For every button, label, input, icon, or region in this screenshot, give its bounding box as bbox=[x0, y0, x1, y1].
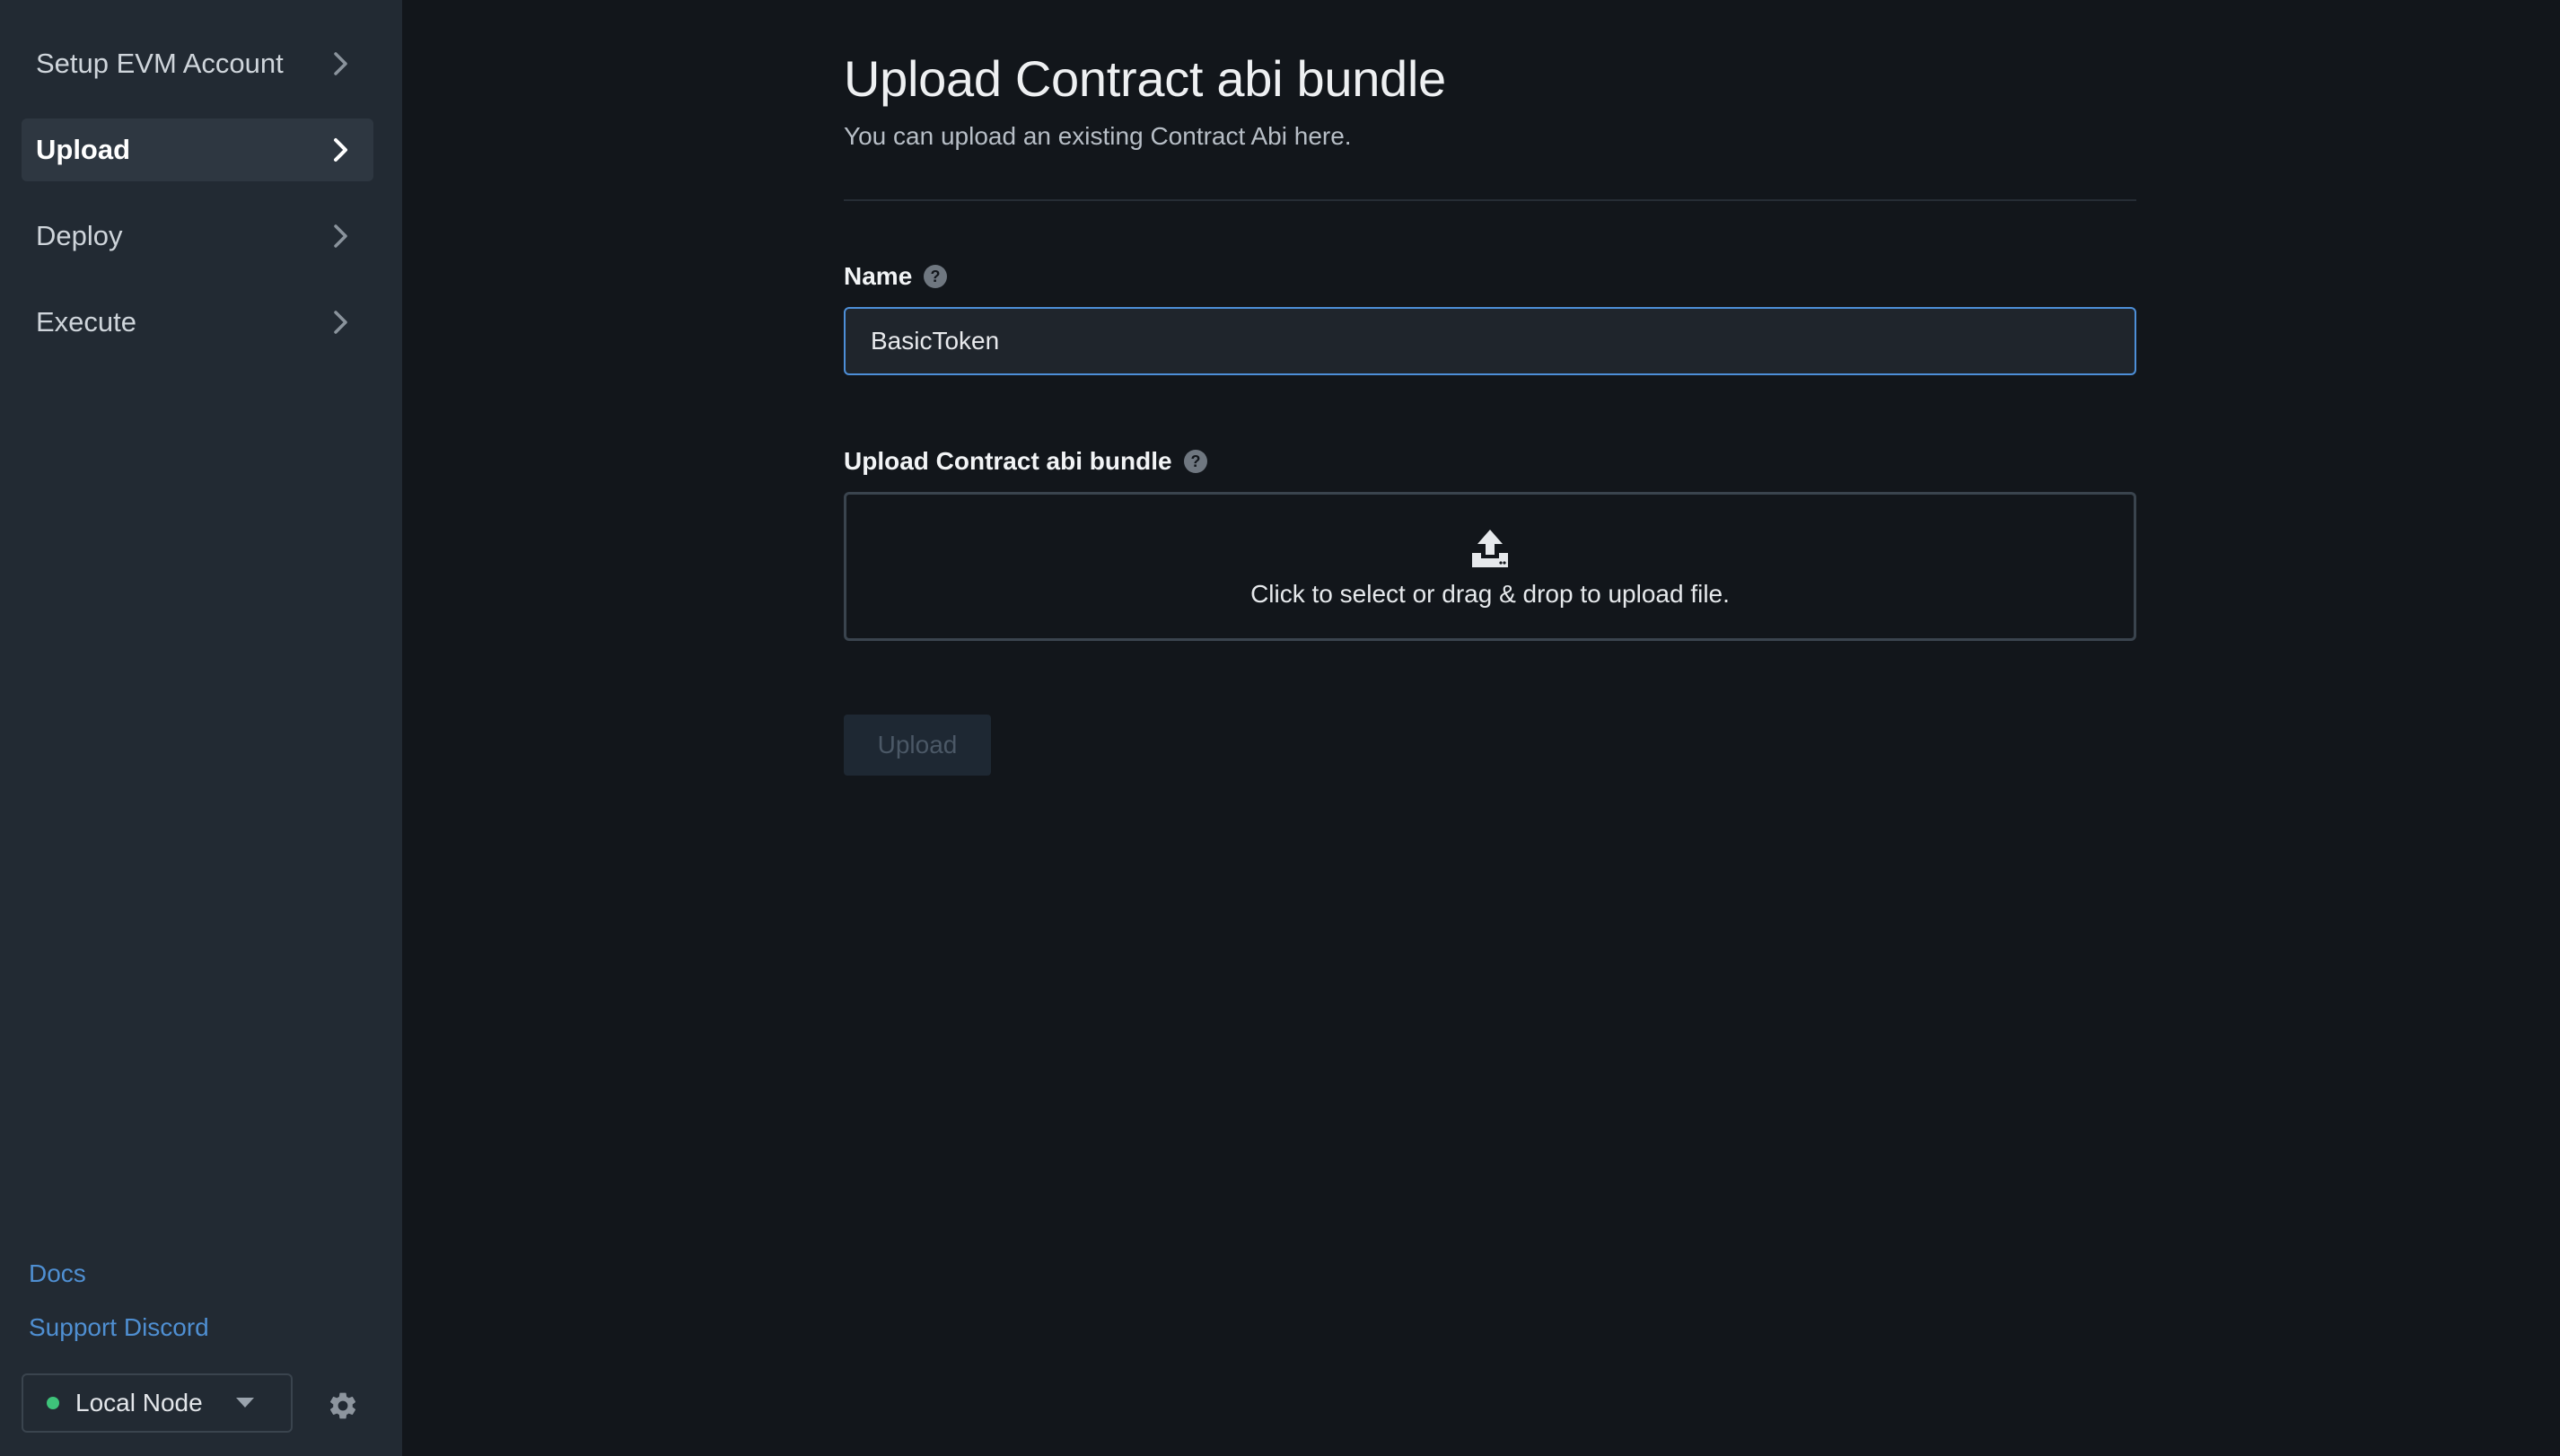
chevron-right-icon bbox=[329, 136, 352, 163]
svg-text:?: ? bbox=[931, 268, 941, 285]
chevron-right-icon bbox=[329, 309, 352, 336]
file-dropzone[interactable]: Click to select or drag & drop to upload… bbox=[844, 492, 2136, 641]
gear-icon[interactable] bbox=[327, 1390, 359, 1422]
upload-label-text: Upload Contract abi bundle bbox=[844, 447, 1172, 475]
sidebar-item-label: Setup EVM Account bbox=[36, 48, 284, 79]
sidebar-item-label: Deploy bbox=[36, 220, 123, 251]
docs-link[interactable]: Docs bbox=[29, 1259, 209, 1289]
app-root: Setup EVM Account Upload Deploy Execute bbox=[0, 0, 2560, 1456]
name-field-label: Name ? bbox=[844, 260, 2136, 293]
sidebar-item-setup-evm-account[interactable]: Setup EVM Account bbox=[22, 32, 373, 95]
upload-field-label: Upload Contract abi bundle ? bbox=[844, 445, 2136, 478]
page-title: Upload Contract abi bundle bbox=[844, 50, 1446, 107]
sidebar-item-label: Upload bbox=[36, 134, 131, 165]
caret-down-icon bbox=[236, 1398, 254, 1408]
name-input[interactable] bbox=[844, 307, 2136, 375]
upload-form-container: Upload Contract abi bundle You can uploa… bbox=[844, 47, 2136, 776]
dropzone-text: Click to select or drag & drop to upload… bbox=[1250, 580, 1730, 608]
support-discord-link[interactable]: Support Discord bbox=[29, 1312, 209, 1343]
node-selector[interactable]: Local Node bbox=[22, 1373, 293, 1433]
chevron-right-icon bbox=[329, 50, 352, 77]
sidebar-item-label: Execute bbox=[36, 306, 137, 338]
sidebar: Setup EVM Account Upload Deploy Execute bbox=[0, 0, 402, 1456]
chevron-right-icon bbox=[329, 223, 352, 250]
main-content: Upload Contract abi bundle You can uploa… bbox=[402, 0, 2560, 1456]
upload-icon bbox=[1472, 530, 1508, 567]
page-subtitle: You can upload an existing Contract Abi … bbox=[844, 122, 1352, 150]
status-dot-icon bbox=[47, 1397, 59, 1409]
svg-text:?: ? bbox=[1190, 452, 1200, 470]
help-icon[interactable]: ? bbox=[923, 264, 948, 289]
divider bbox=[844, 199, 2136, 201]
sidebar-item-execute[interactable]: Execute bbox=[22, 291, 373, 354]
sidebar-links: Docs Support Discord bbox=[29, 1259, 209, 1366]
upload-button[interactable]: Upload bbox=[844, 715, 991, 776]
name-label-text: Name bbox=[844, 262, 913, 290]
sidebar-item-deploy[interactable]: Deploy bbox=[22, 205, 373, 268]
help-icon[interactable]: ? bbox=[1183, 449, 1208, 474]
sidebar-nav: Setup EVM Account Upload Deploy Execute bbox=[22, 32, 373, 377]
node-label: Local Node bbox=[75, 1389, 203, 1417]
sidebar-item-upload[interactable]: Upload bbox=[22, 118, 373, 181]
